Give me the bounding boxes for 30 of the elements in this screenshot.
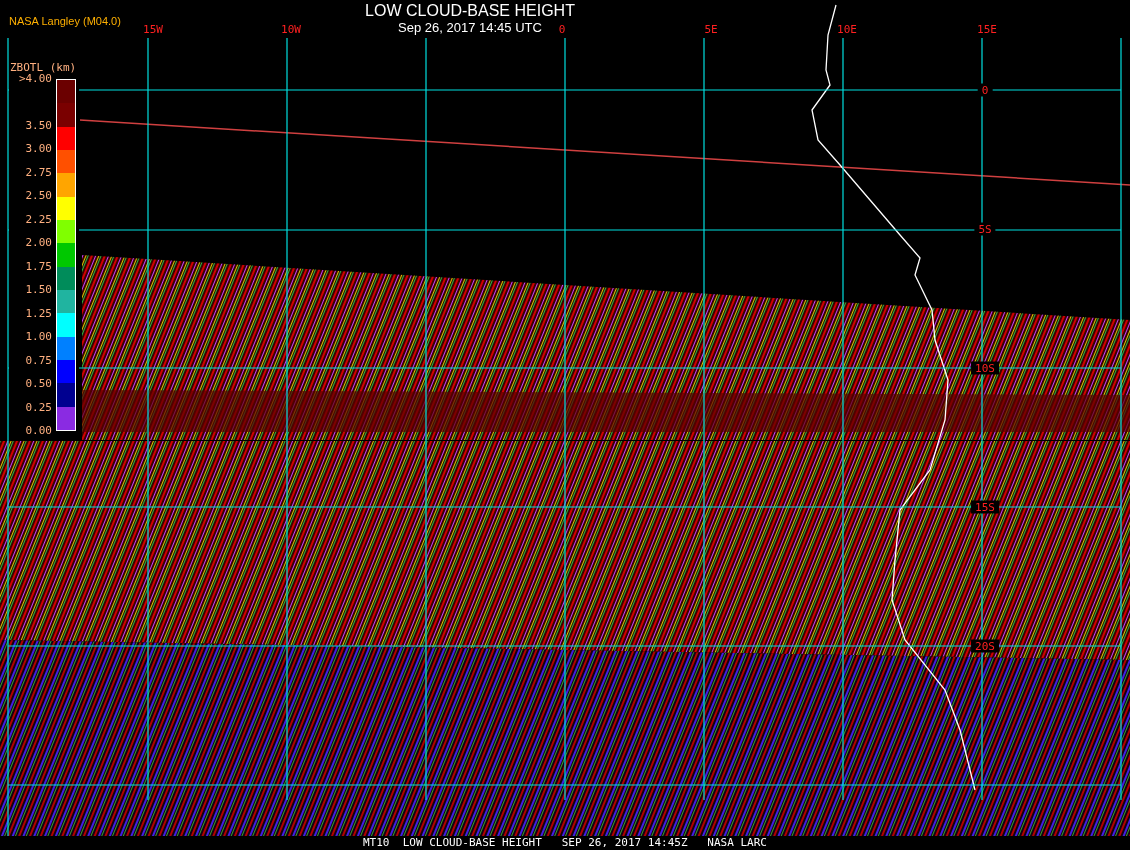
legend-label: 1.00	[24, 331, 52, 344]
legend-label: 2.00	[24, 237, 52, 250]
longitude-label: 10E	[837, 23, 857, 36]
latitude-label: 5S	[974, 222, 996, 236]
legend-label: 3.50	[24, 119, 52, 132]
latitude-label: 20S	[971, 639, 999, 653]
legend-label: 2.50	[24, 190, 52, 203]
chart-title: LOW CLOUD-BASE HEIGHT	[364, 1, 576, 21]
longitude-label: 0	[558, 23, 566, 36]
legend-label: 0.25	[24, 401, 52, 414]
legend-label: 1.50	[24, 284, 52, 297]
legend-title: ZBOTL (km)	[10, 62, 77, 74]
legend-label: 0.00	[24, 425, 52, 437]
legend-label: 0.50	[24, 378, 52, 391]
longitude-label: 15W	[143, 23, 163, 36]
legend-label: 0.75	[24, 354, 52, 367]
latitude-label: 10S	[971, 361, 999, 375]
legend-label: 2.75	[24, 166, 52, 179]
latitude-label: 15S	[971, 500, 999, 514]
longitude-label: 15E	[977, 23, 997, 36]
footer-caption: MT10 LOW CLOUD-BASE HEIGHT SEP 26, 2017 14:45Z NASA LARC	[363, 836, 767, 850]
longitude-label: 5E	[704, 23, 718, 36]
legend-label: 3.00	[24, 143, 52, 156]
credit-label: NASA Langley (M04.0)	[9, 15, 121, 28]
legend-label: 1.25	[24, 307, 52, 320]
latitude-label: 0	[977, 83, 993, 97]
legend-label: >4.00	[17, 73, 52, 85]
longitude-label: 10W	[281, 23, 301, 36]
legend-label: 1.75	[24, 260, 52, 273]
legend-label: 2.25	[24, 213, 52, 226]
